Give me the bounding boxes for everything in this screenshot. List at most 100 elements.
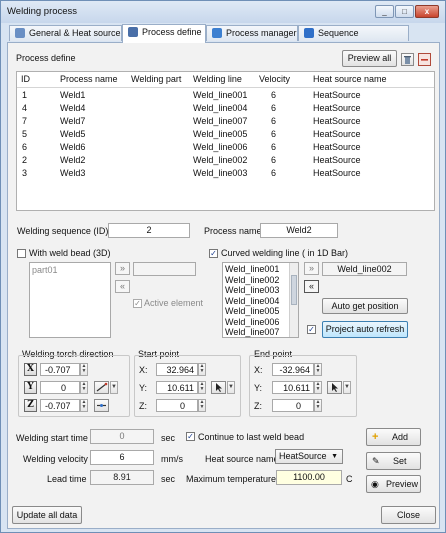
torch-z-spinner[interactable]: ▲ ▼ [80, 399, 88, 412]
table-row[interactable]: 7 Weld7 Weld_line007 6 HeatSource [17, 115, 434, 128]
listbox-scrollbar[interactable] [289, 263, 298, 337]
column-header-welding-part[interactable]: Welding part [131, 74, 181, 84]
tab-process-manager[interactable]: Process manager [206, 25, 298, 41]
start-dropdown-arrow-icon[interactable]: ▼ [227, 381, 235, 394]
column-header-heat-source[interactable]: Heat source name [313, 74, 387, 84]
velocity-label: Welding velocity [23, 454, 88, 464]
column-header-process-name[interactable]: Process name [60, 74, 118, 84]
process-name-field[interactable]: Weld2 [260, 223, 338, 238]
close-window-button[interactable]: x [415, 5, 439, 18]
end-y-spinner[interactable]: ▲ ▼ [314, 381, 322, 394]
remove-line-arrow-button[interactable]: « [304, 280, 319, 293]
table-row[interactable]: 4 Weld4 Weld_line004 6 HeatSource [17, 102, 434, 115]
torch-x-spinner[interactable]: ▲ ▼ [80, 363, 88, 376]
table-cell: 7 [22, 116, 28, 126]
torch-y-axis-button[interactable]: Y [24, 381, 37, 394]
table-row[interactable]: 1 Weld1 Weld_line001 6 HeatSource [17, 89, 434, 102]
project-refresh-checkbox[interactable]: ✓ [307, 325, 316, 334]
list-item[interactable]: Weld_line002 [225, 275, 279, 286]
add-part-arrow-button[interactable]: » [115, 262, 130, 275]
list-item[interactable]: Weld_line001 [225, 264, 279, 275]
torch-pick-direction-icon[interactable] [94, 381, 109, 394]
end-x-spinner[interactable]: ▲ ▼ [314, 363, 322, 376]
end-z-field[interactable]: 0 [272, 399, 314, 412]
project-auto-refresh-button[interactable]: Project auto refresh [322, 321, 408, 338]
part-listbox[interactable]: part01 [29, 262, 111, 338]
welding-sequence-field[interactable]: 2 [108, 223, 190, 238]
torch-dropdown-arrow-icon[interactable]: ▼ [110, 381, 118, 394]
column-header-velocity[interactable]: Velocity [259, 74, 290, 84]
selected-line-field[interactable]: Weld_line002 [322, 262, 407, 276]
table-row[interactable]: 6 Weld6 Weld_line006 6 HeatSource [17, 141, 434, 154]
update-all-data-button[interactable]: Update all data [12, 506, 82, 524]
add-line-arrow-button[interactable]: » [304, 262, 319, 275]
torch-z-field[interactable]: -0.707 [40, 399, 80, 412]
end-pick-point-icon[interactable] [327, 381, 342, 394]
tab-sequence-optimization[interactable]: Sequence optimization [298, 25, 409, 53]
minus-icon[interactable] [418, 53, 431, 66]
close-button[interactable]: Close [381, 506, 436, 524]
add-button[interactable]: + Add [366, 428, 421, 446]
start-y-field[interactable]: 10.611 [156, 381, 198, 394]
start-z-field[interactable]: 0 [156, 399, 198, 412]
minimize-button[interactable]: _ [375, 5, 394, 18]
set-button[interactable]: ✎ Set [366, 452, 421, 470]
heat-source-select[interactable]: HeatSource ▼ [275, 449, 343, 464]
start-y-spinner[interactable]: ▲ ▼ [198, 381, 206, 394]
torch-z-axis-button[interactable]: Z [24, 399, 37, 412]
end-z-spinner[interactable]: ▲ ▼ [314, 399, 322, 412]
selected-part-field[interactable] [133, 262, 196, 276]
column-header-welding-line[interactable]: Welding line [193, 74, 242, 84]
torch-y-field[interactable]: 0 [40, 381, 80, 394]
list-item[interactable]: Weld_line006 [225, 317, 279, 328]
start-z-spinner[interactable]: ▲ ▼ [198, 399, 206, 412]
start-pick-point-icon[interactable] [211, 381, 226, 394]
column-header-id[interactable]: ID [21, 74, 30, 84]
torch-reset-icon[interactable] [94, 399, 109, 412]
list-item[interactable]: Weld_line004 [225, 296, 279, 307]
list-item[interactable]: Weld_line007 [225, 327, 279, 338]
process-table[interactable]: ID Process name Welding part Welding lin… [16, 71, 435, 211]
weld-bead-checkbox[interactable] [17, 249, 26, 258]
velocity-field[interactable]: 6 [90, 450, 154, 465]
table-cell: 6 [271, 103, 277, 113]
table-row[interactable]: 5 Weld5 Weld_line005 6 HeatSource [17, 128, 434, 141]
start-x-spinner[interactable]: ▲ ▼ [198, 363, 206, 376]
torch-x-field[interactable]: -0.707 [40, 363, 80, 376]
tab-process-define[interactable]: Process define [122, 24, 206, 43]
scrollbar-thumb[interactable] [291, 275, 297, 305]
torch-x-axis-button[interactable]: X [24, 363, 37, 376]
table-cell: Weld1 [60, 90, 86, 100]
welding-line-listbox[interactable]: Weld_line001 Weld_line002 Weld_line003 Weld… [222, 262, 299, 338]
remove-part-arrow-button[interactable]: « [115, 280, 130, 293]
sequence-optimization-tab-icon [304, 28, 314, 38]
end-y-field[interactable]: 10.611 [272, 381, 314, 394]
lead-time-field[interactable]: 8.91 [90, 470, 154, 485]
active-element-checkbox[interactable]: ✓ [133, 299, 142, 308]
preview-button[interactable]: ◉ Preview [366, 475, 421, 493]
list-item[interactable]: Weld_line005 [225, 306, 279, 317]
max-temp-field[interactable]: 1100.00 [276, 470, 342, 485]
start-time-field[interactable]: 0 [90, 429, 154, 444]
trash-icon[interactable] [401, 53, 414, 66]
list-item[interactable]: Weld_line003 [225, 285, 279, 296]
preview-all-button[interactable]: Preview all [342, 50, 397, 67]
end-dropdown-arrow-icon[interactable]: ▼ [343, 381, 351, 394]
curved-line-checkbox[interactable]: ✓ [209, 249, 218, 258]
tab-bar: General & Heat source Process define Pro… [7, 24, 441, 53]
auto-get-position-button[interactable]: Auto get position [322, 298, 408, 314]
start-x-field[interactable]: 32.964 [156, 363, 198, 376]
tab-general-heat-source[interactable]: General & Heat source [9, 25, 122, 41]
end-z-label: Z: [254, 401, 262, 411]
table-row[interactable]: 3 Weld3 Weld_line003 6 HeatSource [17, 167, 434, 180]
table-row[interactable]: 2 Weld2 Weld_line002 6 HeatSource [17, 154, 434, 167]
table-header: ID Process name Welding part Welding lin… [17, 72, 434, 88]
maximize-button[interactable]: □ [395, 5, 414, 18]
process-define-label: Process define [16, 53, 76, 63]
list-item[interactable]: part01 [32, 265, 58, 276]
continue-checkbox[interactable]: ✓ [186, 432, 195, 441]
torch-y-spinner[interactable]: ▲ ▼ [80, 381, 88, 394]
end-y-label: Y: [254, 383, 263, 393]
title-bar: Welding process _ □ x [1, 1, 445, 23]
end-x-field[interactable]: -32.964 [272, 363, 314, 376]
